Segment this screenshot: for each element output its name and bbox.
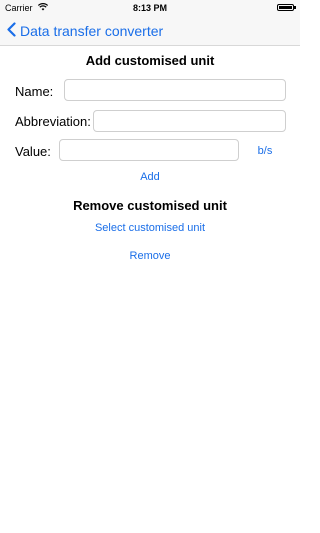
value-field[interactable] — [59, 139, 239, 161]
value-input[interactable] — [60, 140, 238, 160]
remove-button[interactable]: Remove — [110, 250, 190, 262]
navigation-bar: Data transfer converter — [0, 16, 300, 46]
add-section-title: Add customised unit — [85, 53, 215, 68]
name-field[interactable] — [64, 79, 286, 101]
add-button[interactable]: Add — [120, 171, 180, 183]
abbreviation-label: Abbreviation: — [15, 114, 91, 129]
back-button-label: Data transfer converter — [20, 23, 164, 39]
abbreviation-field[interactable] — [93, 110, 286, 132]
name-input[interactable] — [65, 80, 285, 100]
status-bar: Carrier 8:13 PM — [0, 0, 300, 16]
battery-icon — [277, 4, 296, 11]
back-button[interactable]: Data transfer converter — [7, 22, 163, 40]
value-label: Value: — [15, 144, 51, 159]
name-label: Name: — [15, 84, 54, 99]
abbreviation-input[interactable] — [94, 111, 285, 131]
remove-section-title: Remove customised unit — [73, 198, 227, 213]
clock: 8:13 PM — [132, 3, 167, 13]
unit-selector-button[interactable]: b/s — [250, 145, 280, 157]
chevron-left-icon — [7, 22, 20, 40]
select-unit-button[interactable]: Select customised unit — [60, 222, 240, 234]
